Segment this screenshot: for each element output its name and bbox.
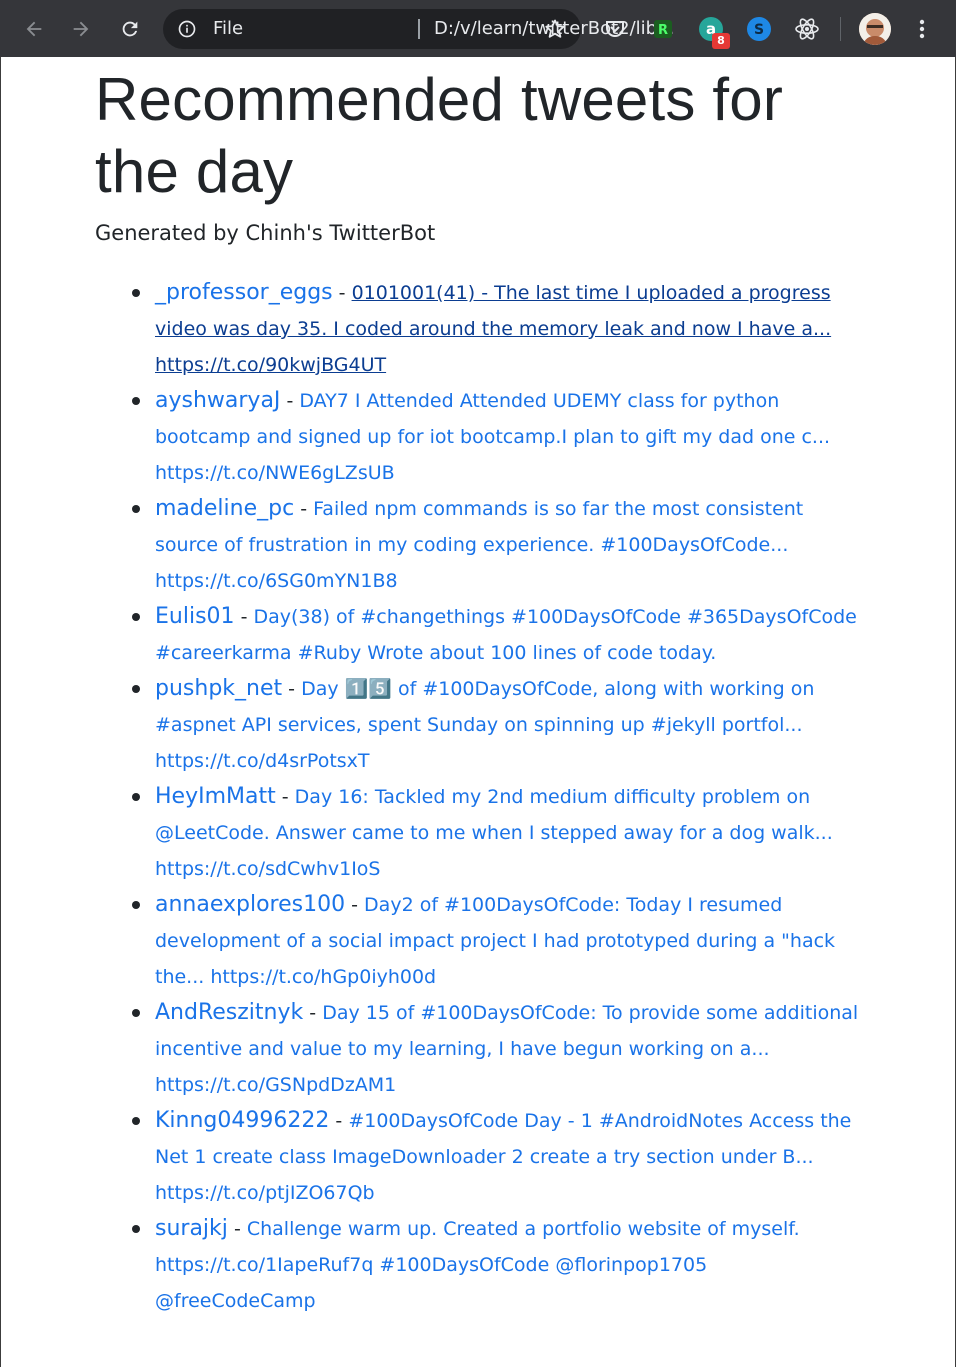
tweet-item: AndReszitnyk - Day 15 of #100DaysOfCode:… (132, 995, 865, 1103)
tweet-text-link[interactable]: Day(38) of #changethings #100DaysOfCode … (155, 606, 857, 664)
s-circle-icon: S (747, 17, 771, 41)
tweet-separator: - (227, 1218, 247, 1240)
tweet-item: surajkj - Challenge warm up. Created a p… (132, 1211, 865, 1319)
pocket-extension[interactable] (602, 16, 628, 42)
bullet-icon (132, 1009, 140, 1017)
svg-text:R: R (658, 23, 668, 38)
tweet-separator: - (345, 894, 365, 916)
browser-toolbar: File D:/v/learn/twitterBot2/lib... R a 8… (0, 0, 956, 57)
info-icon[interactable] (177, 19, 197, 39)
tweet-handle-link[interactable]: Eulis01 (155, 604, 235, 629)
tweet-separator: - (294, 498, 314, 520)
tweet-separator: - (280, 390, 300, 412)
tweet-handle-link[interactable]: pushpk_net (155, 676, 282, 701)
url-separator (418, 19, 420, 39)
more-vert-icon[interactable] (912, 17, 932, 41)
tweet-handle-link[interactable]: AndReszitnyk (155, 1000, 303, 1025)
bullet-icon (132, 793, 140, 801)
tweet-item: Eulis01 - Day(38) of #changethings #100D… (132, 599, 865, 671)
star-icon[interactable] (543, 17, 567, 41)
profile-avatar[interactable] (859, 13, 891, 45)
back-button[interactable] (17, 12, 51, 46)
tweet-separator: - (275, 786, 295, 808)
reload-icon (122, 21, 138, 37)
tweet-handle-link[interactable]: Kinng04996222 (155, 1108, 329, 1133)
react-atom-icon (795, 18, 819, 40)
tweet-separator: - (303, 1002, 323, 1024)
reload-button[interactable] (113, 12, 147, 46)
bullet-icon (132, 397, 140, 405)
forward-button[interactable] (64, 12, 98, 46)
user-avatar-icon (859, 13, 891, 45)
tweet-item: madeline_pc - Failed npm commands is so … (132, 491, 865, 599)
tweet-item: Kinng04996222 - #100DaysOfCode Day - 1 #… (132, 1103, 865, 1211)
tweet-item: ayshwaryaJ - DAY7 I Attended Attended UD… (132, 383, 865, 491)
tweet-item: HeyImMatt - Day 16: Tackled my 2nd mediu… (132, 779, 865, 887)
tweet-separator: - (332, 282, 352, 304)
svg-text:S: S (754, 22, 764, 38)
tweet-item: annaexplores100 - Day2 of #100DaysOfCode… (132, 887, 865, 995)
tweet-text-link[interactable]: Challenge warm up. Created a portfolio w… (155, 1218, 800, 1312)
tweet-list: _professor_eggs - 0101001(41) - The last… (132, 275, 865, 1319)
refresh-extension[interactable]: R (650, 16, 676, 42)
tweet-item: _professor_eggs - 0101001(41) - The last… (132, 275, 865, 383)
pocket-icon (606, 21, 624, 37)
page-subtitle: Generated by Chinh's TwitterBot (95, 221, 436, 245)
tweet-handle-link[interactable]: madeline_pc (155, 496, 294, 521)
url-scheme-label: File (213, 18, 244, 39)
bullet-icon (132, 289, 140, 297)
arrow-right-icon (73, 21, 89, 37)
bullet-icon (132, 901, 140, 909)
refresh-r-icon: R (654, 20, 672, 38)
tweet-separator: - (234, 606, 254, 628)
react-devtools-extension[interactable] (794, 16, 820, 42)
bullet-icon (132, 1225, 140, 1233)
page-title: Recommended tweets for the day (95, 66, 784, 205)
tweet-handle-link[interactable]: surajkj (155, 1216, 228, 1241)
tweet-handle-link[interactable]: HeyImMatt (155, 784, 276, 809)
address-bar[interactable]: File D:/v/learn/twitterBot2/lib... (163, 9, 674, 49)
extension-badge: 8 (712, 33, 730, 49)
bullet-icon (132, 685, 140, 693)
tweet-item: pushpk_net - Day 1️⃣5️⃣ of #100DaysOfCod… (132, 671, 865, 779)
bullet-icon (132, 1117, 140, 1125)
bullet-icon (132, 505, 140, 513)
tweet-separator: - (329, 1110, 349, 1132)
arrow-left-icon (26, 21, 42, 37)
tweet-handle-link[interactable]: _professor_eggs (155, 280, 333, 305)
tweet-handle-link[interactable]: annaexplores100 (155, 892, 345, 917)
tweet-separator: - (282, 678, 302, 700)
toolbar-divider (840, 17, 841, 41)
s-extension[interactable]: S (746, 16, 772, 42)
window-border-left (0, 57, 1, 1367)
bullet-icon (132, 613, 140, 621)
tweet-handle-link[interactable]: ayshwaryaJ (155, 388, 280, 413)
